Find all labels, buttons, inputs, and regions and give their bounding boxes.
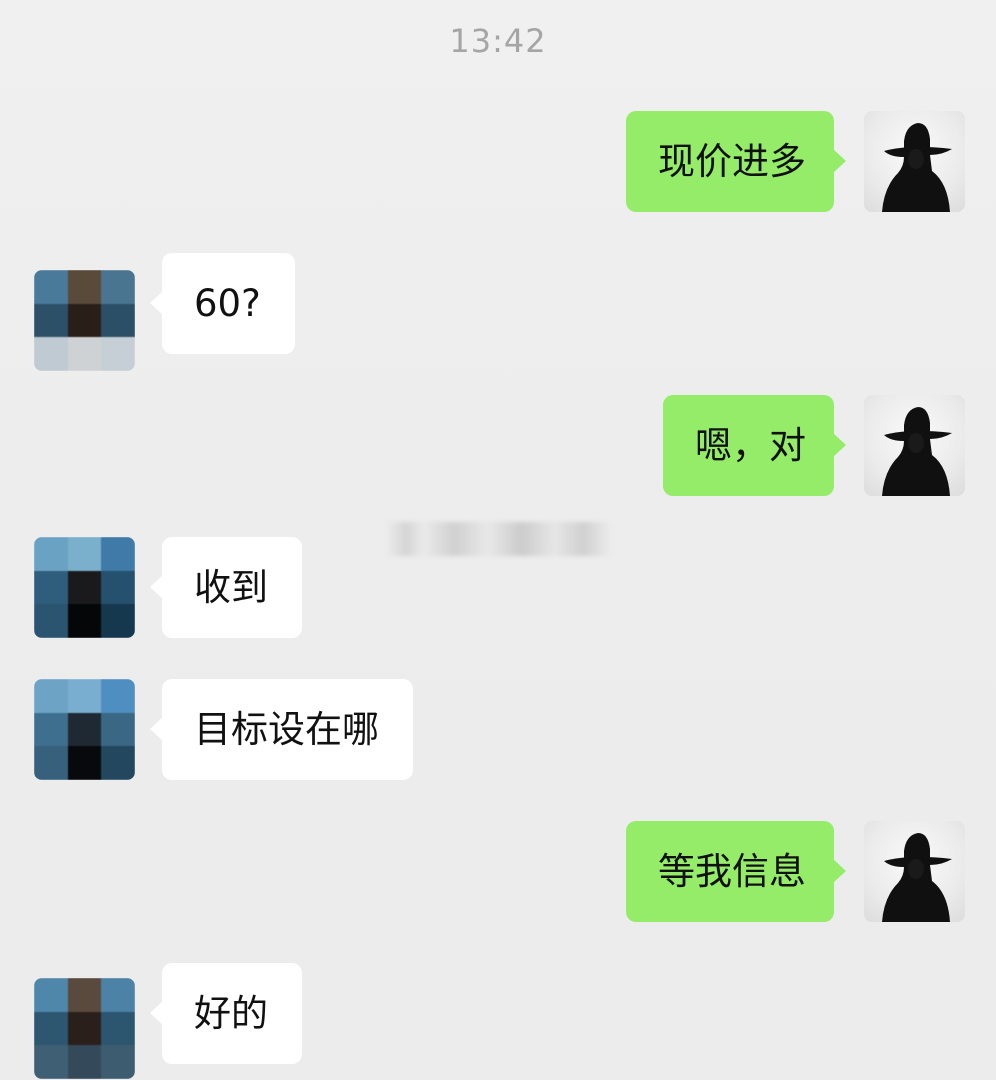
pixelated-avatar-icon [34,537,135,638]
incoming-message-bubble[interactable]: 好的 [150,963,302,1064]
contact-avatar[interactable] [34,537,135,638]
outgoing-message-bubble[interactable]: 等我信息 [626,821,846,922]
self-avatar[interactable] [864,395,965,496]
silhouette-with-hat-icon [882,407,952,496]
contact-avatar[interactable] [34,270,135,371]
pixelated-avatar-icon [34,978,135,1079]
redacted-notice [388,522,610,556]
silhouette-with-hat-icon [882,833,952,922]
pixelated-avatar-icon [34,679,135,780]
incoming-message-bubble[interactable]: 60? [150,253,295,354]
outgoing-message-bubble[interactable]: 现价进多 [626,111,846,212]
self-avatar[interactable] [864,821,965,922]
incoming-message-bubble[interactable]: 目标设在哪 [150,679,413,780]
chat-window[interactable]: 13:42 现价进多 60? 嗯，对 收到 目标设在哪 等我信息 好的 [0,0,996,1080]
incoming-message-bubble[interactable]: 收到 [150,537,302,638]
contact-avatar[interactable] [34,679,135,780]
message-timestamp: 13:42 [449,22,547,60]
self-avatar[interactable] [864,111,965,212]
silhouette-with-hat-icon [882,123,952,212]
contact-avatar[interactable] [34,978,135,1079]
outgoing-message-bubble[interactable]: 嗯，对 [663,395,846,496]
pixelated-avatar-icon [34,270,135,371]
